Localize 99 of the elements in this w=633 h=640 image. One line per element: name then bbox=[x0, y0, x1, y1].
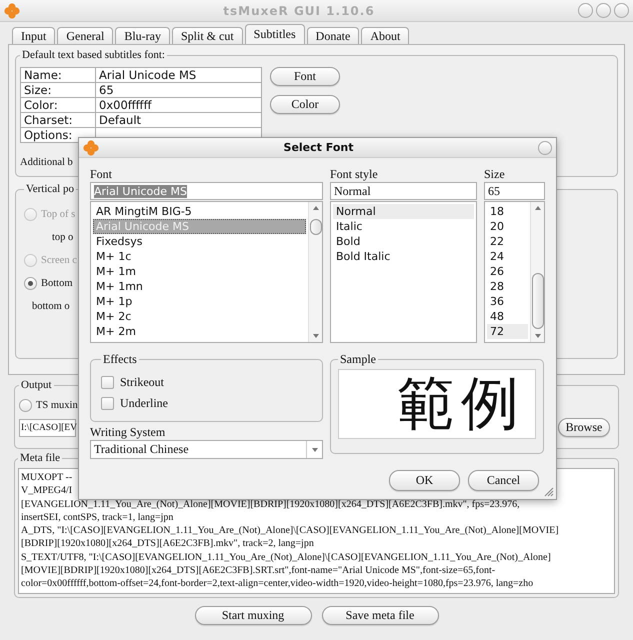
property-value: Default bbox=[96, 112, 262, 128]
meta-line: insertSEI, contSPS, track=1, lang=jpn bbox=[21, 510, 174, 524]
list-item[interactable]: M+ 1m bbox=[93, 264, 306, 279]
list-item[interactable]: Fixedsys bbox=[93, 234, 306, 249]
writing-system-dropdown[interactable]: Traditional Chinese bbox=[90, 440, 323, 459]
scrollbar[interactable] bbox=[308, 202, 322, 342]
meta-line: V_MPEG4/I bbox=[21, 484, 72, 498]
meta-line: MUXOPT -- bbox=[21, 471, 72, 484]
radio-button[interactable] bbox=[24, 276, 37, 290]
size-label: Size bbox=[484, 168, 506, 181]
style-label: Font style bbox=[330, 168, 379, 181]
meta-line: [BDRIP][1920x1080][x264_DTS][A6E2C3FB].mkv", track=2, lang=jpn bbox=[21, 537, 314, 551]
scroll-up-icon[interactable] bbox=[534, 205, 542, 211]
meta-line: A_DTS, "I:\[CASO][EVANGELION_1.11_You_Are_(Not)_Alone]\[CASO][EVANGELION_1.11_You_Are_(Not)_Alone][MOVIE] bbox=[21, 524, 559, 538]
list-item[interactable]: Bold bbox=[333, 234, 474, 249]
cancel-button[interactable]: Cancel bbox=[468, 470, 539, 491]
checkbox-label: Strikeout bbox=[120, 374, 164, 390]
offset-label: bottom o bbox=[32, 300, 70, 312]
tab[interactable]: Donate bbox=[306, 27, 360, 44]
font-button[interactable]: Font bbox=[270, 67, 340, 86]
property-value: Arial Unicode MS bbox=[96, 68, 262, 82]
writing-system-label: Writing System bbox=[90, 426, 166, 439]
tab[interactable]: General bbox=[57, 27, 114, 44]
meta-line: color=0x00ffffff,bottom-offset=24,font-border=2,text-align=center,video-width=1920,video-height=1080,fps=23.976, lang=zho bbox=[21, 577, 534, 591]
list-item[interactable]: 26 bbox=[487, 264, 528, 279]
dialog-title: Select Font bbox=[282, 141, 354, 154]
tab[interactable]: Input bbox=[12, 27, 56, 44]
offset-label: top o bbox=[52, 232, 74, 242]
property-name: Size: bbox=[20, 82, 96, 98]
list-item[interactable]: Bold Italic bbox=[333, 249, 474, 264]
group-title: Vertical po bbox=[25, 183, 75, 195]
list-item[interactable]: 28 bbox=[487, 279, 528, 294]
font-label: Font bbox=[90, 168, 114, 181]
meta-line: [EVANGELION_1.11_You_Are_(Not)_Alone][MOVIE][BDRIP][1920x1080][x264_DTS][A6E2C3FB].mkv", fps=23.976, bbox=[21, 498, 520, 511]
logo-icon bbox=[4, 2, 20, 18]
property-name: Charset: bbox=[20, 112, 96, 128]
list-item[interactable]: 18 bbox=[487, 204, 528, 219]
resize-grip-icon[interactable] bbox=[544, 487, 554, 497]
property-value: 0x00ffffff bbox=[96, 98, 262, 112]
sample-text: 範例 bbox=[397, 370, 525, 438]
group-title: Default text based subtitles font: bbox=[21, 49, 166, 61]
size-field[interactable]: 65 bbox=[484, 182, 545, 200]
close-button[interactable] bbox=[538, 140, 552, 154]
list-item[interactable]: M+ 1mn bbox=[93, 279, 306, 294]
tab[interactable]: About bbox=[361, 27, 410, 44]
list-item[interactable]: 20 bbox=[487, 219, 528, 234]
tab[interactable]: Split & cut bbox=[172, 27, 243, 44]
radio-button[interactable] bbox=[19, 399, 32, 412]
meta-line: S_TEXT/UTF8, "I:\[CASO][EVANGELION_1.11_You_Are_(Not)_Alone]\[CASO][EVANGELION_1.11_You_Are_(Not)_Alone] bbox=[21, 550, 551, 564]
checkbox[interactable] bbox=[101, 376, 114, 388]
ok-button[interactable]: OK bbox=[389, 470, 460, 491]
scrollbar-thumb[interactable] bbox=[310, 219, 322, 235]
list-item[interactable]: M+ 1c bbox=[93, 249, 306, 264]
list-item[interactable]: M+ 2m bbox=[93, 324, 306, 339]
radio-label: Top of s bbox=[41, 208, 76, 220]
radio-label: Screen c bbox=[41, 254, 77, 266]
color-button[interactable]: Color bbox=[270, 95, 340, 114]
window-title: tsMuxeR GUI 1.10.6 bbox=[222, 4, 376, 18]
radio-label: TS muxin bbox=[36, 400, 78, 411]
font-field[interactable]: Arial Unicode MS bbox=[90, 182, 323, 200]
logo-icon bbox=[83, 140, 99, 156]
property-value: 65 bbox=[96, 82, 262, 98]
group-title: Output bbox=[20, 379, 53, 391]
property-name: Name: bbox=[20, 68, 96, 82]
scrollbar-thumb[interactable] bbox=[532, 273, 544, 329]
list-item[interactable]: M+ 1p bbox=[93, 294, 306, 309]
list-item[interactable]: 36 bbox=[487, 294, 528, 309]
group-title: Effects bbox=[102, 352, 138, 367]
checkbox[interactable] bbox=[101, 396, 114, 410]
list-item[interactable]: Italic bbox=[333, 219, 474, 234]
output-path-field[interactable]: I:\[CASO][EV bbox=[19, 418, 76, 436]
start-muxing-button[interactable]: Start muxing bbox=[194, 606, 312, 625]
minimize-button[interactable] bbox=[578, 3, 593, 18]
list-item[interactable]: Normal bbox=[333, 204, 474, 219]
meta-line: [MOVIE][BDRIP][1920x1080][x264_DTS][A6E2C3FB].SRT.srt",font-name="Arial Unicode MS",font-size=65,font- bbox=[21, 564, 496, 578]
style-field[interactable]: Normal bbox=[330, 182, 477, 200]
scroll-down-icon[interactable] bbox=[312, 333, 320, 339]
list-item[interactable]: M+ 2c bbox=[93, 309, 306, 324]
group-title: Sample bbox=[339, 352, 377, 367]
maximize-button[interactable] bbox=[596, 3, 611, 18]
tab[interactable]: Subtitles bbox=[244, 24, 305, 44]
list-item[interactable]: AR MingtiM BIG-5 bbox=[93, 204, 306, 219]
additional-label: Additional b bbox=[20, 157, 73, 168]
browse-button[interactable]: Browse bbox=[558, 418, 610, 437]
property-name: Color: bbox=[20, 98, 96, 112]
list-item[interactable]: 22 bbox=[487, 234, 528, 249]
list-item[interactable]: 48 bbox=[487, 309, 528, 324]
tab[interactable]: Blu-ray bbox=[115, 27, 170, 44]
scroll-down-icon[interactable] bbox=[534, 333, 542, 339]
scroll-up-icon[interactable] bbox=[312, 205, 320, 211]
close-button[interactable] bbox=[614, 3, 629, 18]
list-item[interactable]: 72 bbox=[487, 324, 528, 339]
radio-label: Bottom bbox=[41, 278, 73, 288]
save-meta-button[interactable]: Save meta file bbox=[322, 606, 438, 625]
group-title: Meta file bbox=[19, 452, 62, 464]
list-item[interactable]: 24 bbox=[487, 249, 528, 264]
checkbox-label: Underline bbox=[120, 396, 168, 410]
scrollbar[interactable] bbox=[530, 202, 544, 342]
dropdown-arrow-icon bbox=[310, 446, 318, 452]
